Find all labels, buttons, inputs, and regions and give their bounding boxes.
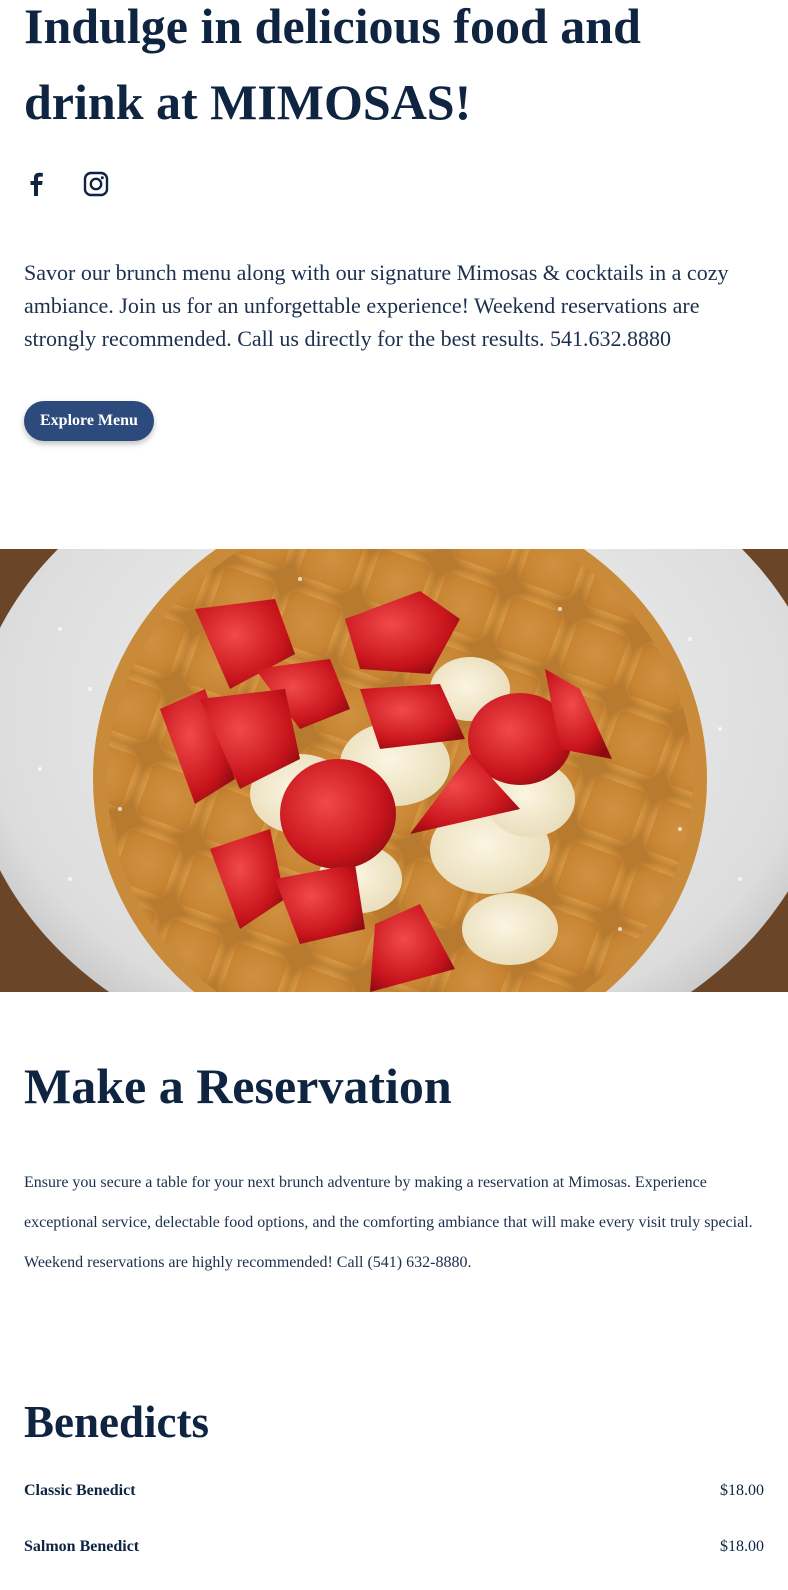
instagram-icon: [80, 168, 112, 200]
instagram-link[interactable]: [80, 168, 112, 200]
menu-item-name: Salmon Benedict: [24, 1538, 140, 1555]
menu-section-title: Benedicts: [24, 1397, 209, 1447]
menu-item-price: $18.00: [720, 1482, 764, 1499]
reservation-title: Make a Reservation: [24, 1058, 452, 1114]
menu-list: Classic Benedict $18.00 Salmon Benedict …: [24, 1478, 764, 1590]
facebook-link[interactable]: [24, 168, 56, 200]
reservation-text: Ensure you secure a table for your next …: [24, 1174, 753, 1271]
menu-item: Salmon Benedict $18.00: [24, 1534, 764, 1590]
intro-text: Savor our brunch menu along with our sig…: [24, 260, 729, 351]
menu-item-price: $18.00: [720, 1538, 764, 1555]
waffle-photo: [0, 549, 788, 992]
menu-item: Classic Benedict $18.00: [24, 1478, 764, 1534]
social-links: [24, 168, 112, 200]
explore-menu-button[interactable]: Explore Menu: [24, 401, 154, 441]
facebook-icon: [24, 168, 56, 200]
hero-title: Indulge in delicious food and drink at M…: [24, 0, 641, 130]
menu-item-name: Classic Benedict: [24, 1482, 136, 1499]
